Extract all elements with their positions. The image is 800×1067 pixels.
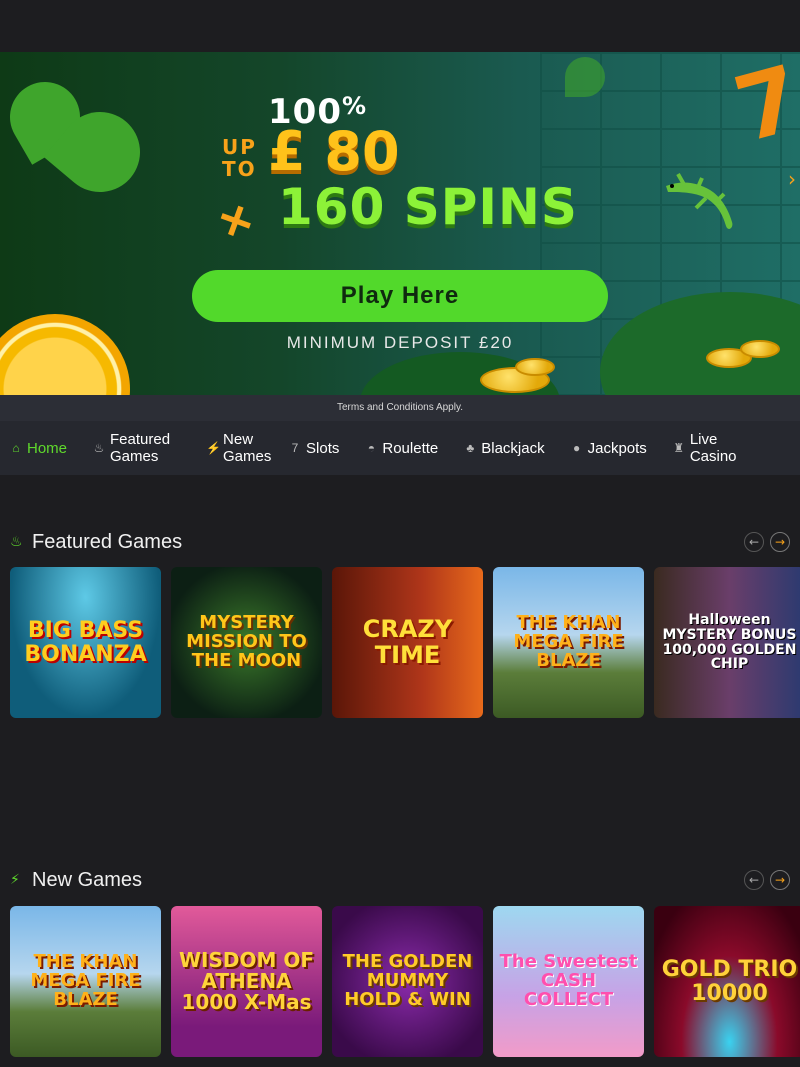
- bolt-icon: ⚡: [10, 872, 20, 888]
- game-title: WISDOM OF ATHENA 1000 X-Mas: [178, 948, 315, 1014]
- top-bar: [0, 0, 800, 52]
- lemon-slice-icon: [0, 314, 130, 395]
- game-title: GOLD TRIO 10000: [661, 957, 798, 1006]
- slot-machine-icon: 7: [291, 441, 299, 455]
- game-tile[interactable]: GOLD TRIO 10000: [654, 906, 800, 1057]
- carousel-prev-button[interactable]: ←: [744, 870, 764, 890]
- promo-banner[interactable]: 7 › 100% UP TO £ 80 + 160 SPINS Play Her…: [0, 52, 800, 395]
- game-title: CRAZY TIME: [362, 615, 453, 669]
- nav-item-label: New Games: [223, 431, 272, 465]
- offer-plus: +: [207, 186, 265, 254]
- game-title: Halloween MYSTERY BONUS 100,000 GOLDEN C…: [662, 612, 797, 673]
- section-title: New Games: [32, 868, 143, 891]
- game-tile[interactable]: MYSTERY MISSION TO THE MOON: [171, 567, 322, 718]
- game-tile[interactable]: BIG BASS BONANZA: [10, 567, 161, 718]
- roulette-icon: ◓: [367, 441, 375, 455]
- club-icon: ♣: [466, 441, 475, 455]
- home-icon: ⌂: [12, 441, 20, 455]
- terms-link[interactable]: Terms and Conditions Apply.: [0, 395, 800, 421]
- offer-spins: 160 SPINS: [278, 178, 578, 236]
- nav-item-label: Featured Games: [110, 431, 171, 465]
- game-tile[interactable]: The Sweetest CASH COLLECT: [493, 906, 644, 1057]
- nav-item-slots[interactable]: 7 Slots: [289, 439, 340, 457]
- offer-amount: £ 80: [268, 120, 400, 183]
- game-tile[interactable]: CRAZY TIME: [332, 567, 483, 718]
- flame-icon: ♨: [93, 441, 105, 455]
- game-title: BIG BASS BONANZA: [24, 618, 147, 667]
- flame-icon: ♨: [10, 534, 23, 550]
- featured-games-carousel: BIG BASS BONANZA MYSTERY MISSION TO THE …: [10, 567, 800, 718]
- game-tile[interactable]: THE KHAN MEGA FIRE BLAZE: [10, 906, 161, 1057]
- coin-icon: [515, 358, 555, 376]
- money-bag-icon: ●: [572, 441, 581, 455]
- section-title: Featured Games: [32, 530, 183, 553]
- nav-item-blackjack[interactable]: ♣ Blackjack: [464, 440, 544, 457]
- offer-up-to: UP TO: [222, 135, 257, 181]
- game-title: THE KHAN MEGA FIRE BLAZE: [513, 612, 624, 671]
- bolt-icon: ⚡: [206, 441, 221, 455]
- nav-item-label: Live Casino: [689, 431, 737, 465]
- game-title: THE KHAN MEGA FIRE BLAZE: [30, 951, 141, 1010]
- nav-item-live-casino[interactable]: ♜ Live Casino: [673, 431, 740, 465]
- nav-item-label: Home: [27, 439, 68, 457]
- dealer-icon: ♜: [673, 441, 685, 455]
- nav-item-label: Blackjack: [481, 439, 545, 457]
- nav-item-label: Roulette: [382, 439, 439, 457]
- game-title: MYSTERY MISSION TO THE MOON: [186, 612, 307, 671]
- category-nav: ⌂ Home ♨ Featured Games ⚡ New Games 7 Sl…: [0, 421, 800, 475]
- clover-icon: [565, 57, 605, 97]
- carousel-next-button[interactable]: →: [770, 532, 790, 552]
- game-tile[interactable]: THE GOLDEN MUMMY HOLD & WIN: [332, 906, 483, 1057]
- new-games-header: ⚡ New Games ← →: [10, 865, 790, 895]
- nav-item-home[interactable]: ⌂ Home: [10, 440, 67, 457]
- game-tile[interactable]: WISDOM OF ATHENA 1000 X-Mas: [171, 906, 322, 1057]
- lizard-icon: [666, 173, 733, 229]
- nav-item-featured-games[interactable]: ♨ Featured Games: [93, 431, 180, 465]
- nav-item-new-games[interactable]: ⚡ New Games: [206, 431, 272, 465]
- nav-item-label: Jackpots: [587, 439, 647, 457]
- nav-item-roulette[interactable]: ◓ Roulette: [365, 439, 439, 457]
- play-here-button[interactable]: Play Here: [192, 270, 608, 322]
- game-tile[interactable]: Halloween MYSTERY BONUS 100,000 GOLDEN C…: [654, 567, 800, 718]
- nav-item-label: Slots: [306, 439, 340, 457]
- minimum-deposit-text: MINIMUM DEPOSIT £20: [286, 333, 514, 352]
- banner-next-icon[interactable]: ›: [788, 167, 796, 191]
- new-games-carousel: THE KHAN MEGA FIRE BLAZE WISDOM OF ATHEN…: [10, 906, 800, 1057]
- nav-item-jackpots[interactable]: ● Jackpots: [571, 440, 647, 457]
- game-title: THE GOLDEN MUMMY HOLD & WIN: [342, 951, 473, 1010]
- game-tile[interactable]: THE KHAN MEGA FIRE BLAZE: [493, 567, 644, 718]
- featured-games-header: ♨ Featured Games ← →: [10, 527, 790, 557]
- carousel-next-button[interactable]: →: [770, 870, 790, 890]
- game-title: The Sweetest CASH COLLECT: [499, 951, 638, 1010]
- carousel-prev-button[interactable]: ←: [744, 532, 764, 552]
